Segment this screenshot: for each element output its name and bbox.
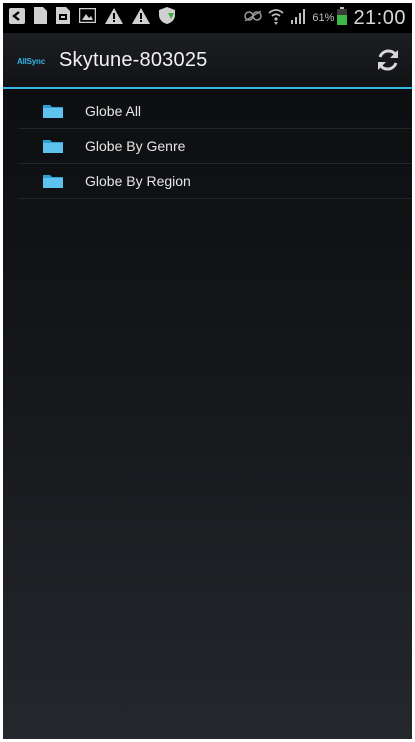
status-bar: 61% 21:00 [3, 3, 412, 33]
wifi-icon [268, 7, 284, 30]
shield-icon [159, 7, 175, 29]
system-icons: 61% 21:00 [244, 3, 406, 33]
sd-card-icon [56, 7, 70, 29]
refresh-icon [378, 49, 398, 71]
folder-label: Globe By Genre [85, 138, 186, 154]
action-bar-divider [3, 87, 412, 89]
image-icon [78, 7, 97, 28]
app-logo[interactable]: AllSync [17, 57, 45, 66]
folder-icon [43, 140, 63, 153]
signal-icon [290, 8, 306, 29]
phone-screen: 61% 21:00 AllSync Skytune-803025 Globe A… [3, 3, 412, 739]
file-icon [34, 7, 47, 29]
back-notification-icon [9, 7, 25, 29]
folder-list: Globe All Globe By Genre Globe By Region [19, 94, 412, 199]
refresh-button[interactable] [370, 42, 406, 78]
folder-icon [43, 175, 63, 188]
folder-item-globe-by-genre[interactable]: Globe By Genre [19, 129, 412, 164]
device-title: Skytune-803025 [59, 49, 208, 71]
status-clock: 21:00 [353, 6, 406, 29]
folder-icon [43, 105, 63, 118]
action-bar: AllSync Skytune-803025 [3, 33, 412, 87]
warning-icon [105, 7, 123, 29]
warning-icon [132, 7, 150, 29]
folder-item-globe-by-region[interactable]: Globe By Region [19, 164, 412, 199]
no-sim-icon [244, 9, 263, 27]
battery-percent: 61% [312, 12, 335, 24]
folder-label: Globe All [85, 103, 142, 119]
folder-item-globe-all[interactable]: Globe All [19, 94, 412, 129]
notification-icons [9, 3, 175, 33]
folder-label: Globe By Region [85, 173, 191, 189]
battery-icon [337, 6, 348, 30]
